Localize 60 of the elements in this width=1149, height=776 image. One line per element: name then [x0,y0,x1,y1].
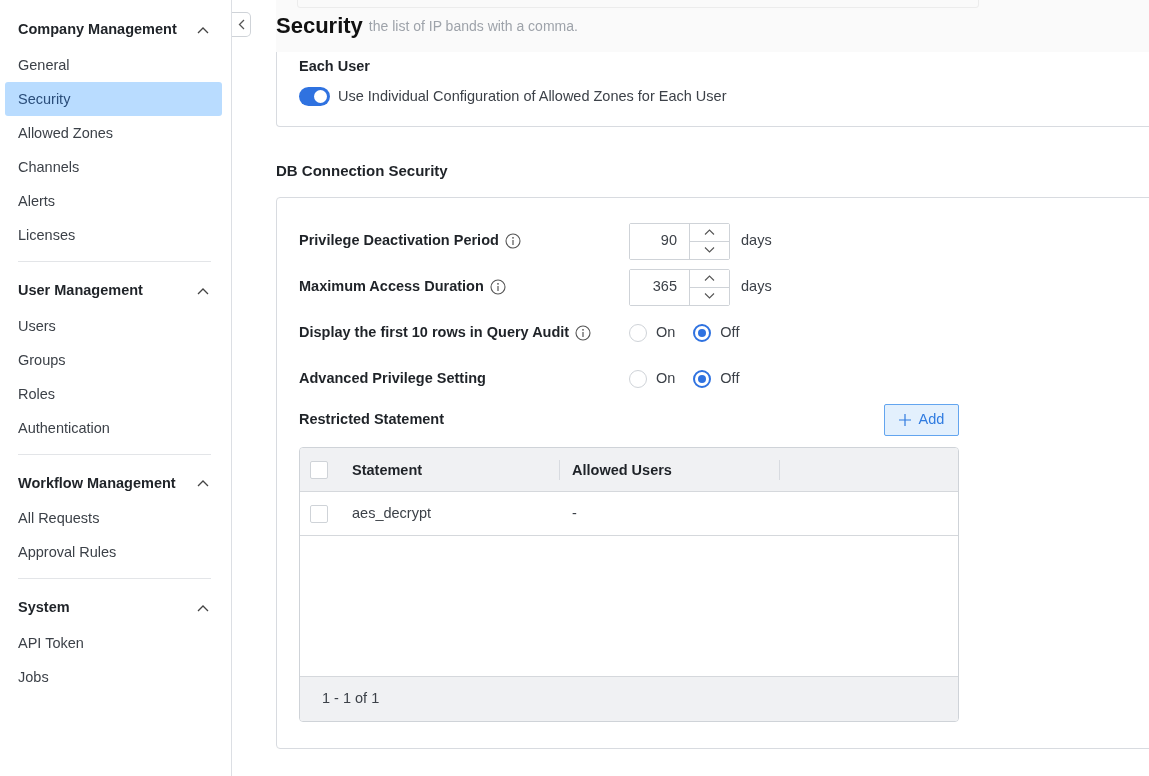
chevron-up-icon[interactable] [197,25,209,34]
sidebar-item[interactable]: Roles [5,376,222,411]
radio-option[interactable]: On [629,368,676,390]
setting-label: Maximum Access Duration [299,277,484,297]
number-input[interactable]: 365 [630,269,690,305]
sidebar-item[interactable]: API Token [5,626,222,660]
radio-option[interactable]: Off [693,368,740,390]
radio-option[interactable]: On [629,322,676,344]
sidebar-item[interactable]: Groups [5,342,222,377]
section-heading[interactable]: System [18,597,70,619]
checkbox[interactable] [310,504,328,523]
section-heading[interactable]: User Management [18,279,143,302]
sidebar-item[interactable]: Authentication [5,410,222,445]
column-header: Allowed Users [560,459,780,480]
chevron-up-icon[interactable] [704,229,715,235]
section-title: DB Connection Security [276,160,449,181]
chevron-down-icon[interactable] [704,293,715,299]
sidebar-item[interactable]: Channels [5,149,222,184]
setting-label: Each User [299,57,371,76]
chevron-down-icon[interactable] [704,247,715,253]
pagination-label: 1 - 1 of 1 [300,677,958,721]
plus-icon [898,414,911,426]
sidebar-item[interactable]: General [5,47,222,82]
number-stepper[interactable]: 365 [629,268,730,306]
column-header: Statement [340,459,560,480]
info-icon[interactable] [504,233,521,249]
setting-label: Advanced Privilege Setting [299,369,486,389]
sidebar-item[interactable]: Allowed Zones [5,115,222,150]
info-icon[interactable] [575,325,592,341]
number-input[interactable]: 90 [630,223,690,259]
setting-label: Restricted Statement [299,410,445,430]
chevron-left-icon[interactable] [237,19,245,30]
chevron-up-icon[interactable] [197,479,209,488]
setting-label: Privilege Deactivation Period [299,231,499,251]
info-icon[interactable] [489,279,506,295]
sidebar-item[interactable]: Approval Rules [5,535,222,570]
sidebar-item[interactable]: Security [5,81,222,116]
number-stepper[interactable]: 90 [629,222,730,260]
unit-label: days [741,231,772,251]
toggle-label: Use Individual Configuration of Allowed Zones for Each User [338,86,727,106]
sidebar-item[interactable]: Jobs [5,660,222,694]
toggle-switch[interactable] [299,87,330,107]
setting-label: Display the first 10 rows in Query Audit [299,323,570,343]
chevron-up-icon[interactable] [197,604,209,613]
unit-label: days [741,277,772,297]
section-heading[interactable]: Workflow Management [18,472,176,495]
radio-option[interactable]: Off [693,322,740,344]
checkbox[interactable] [310,460,328,479]
sidebar-item[interactable]: Licenses [5,217,222,252]
section-heading[interactable]: Company Management [18,19,177,41]
table-cell-text: aes_decrypt [351,503,432,523]
add-button[interactable]: Add [884,404,959,436]
table-cell-text: - [571,503,578,523]
field-hint: the list of IP bands with a comma. [368,16,578,36]
chevron-up-icon[interactable] [197,286,209,295]
page-title: Security [276,12,363,40]
chevron-up-icon[interactable] [704,275,715,281]
sidebar-item[interactable]: All Requests [5,501,222,536]
sidebar-item[interactable]: Alerts [5,183,222,218]
sidebar-item[interactable]: Users [5,308,222,343]
